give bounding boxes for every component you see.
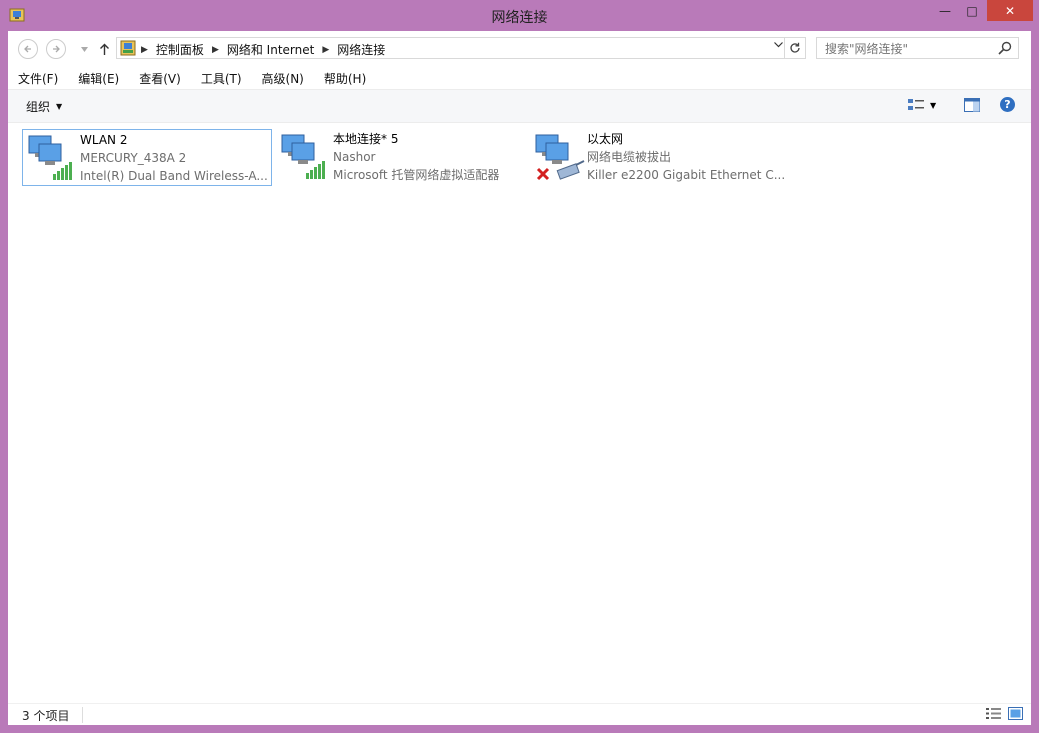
change-view-button[interactable]: ▼ <box>908 98 936 112</box>
item-count: 3 个项目 <box>22 709 70 723</box>
organize-button[interactable]: 组织 ▼ <box>26 98 62 115</box>
details-view-icon[interactable] <box>986 707 1001 720</box>
breadcrumb-separator-icon[interactable]: ▶ <box>141 45 148 55</box>
arrow-right-icon <box>53 45 60 53</box>
status-divider <box>82 707 83 723</box>
address-bar-area: ▶ 控制面板 ▶ 网络和 Internet ▶ 网络连接 <box>8 31 1031 65</box>
window-title: 网络连接 <box>491 10 548 26</box>
window: 网络连接 — □ ✕ ▶ 控制面板 ▶ 网络和 Internet ▶ 网络连接 … <box>0 0 1039 733</box>
connection-status: MERCURY_438A 2 <box>80 151 187 165</box>
close-button[interactable]: ✕ <box>987 0 1033 21</box>
arrow-left-icon <box>24 45 31 53</box>
preview-pane-icon <box>964 98 980 112</box>
menu-help[interactable]: 帮助(H) <box>314 70 376 87</box>
chevron-down-icon: ▼ <box>930 100 937 110</box>
list-item[interactable]: 以太网 网络电缆被拔出 Killer e2200 Gigabit Etherne… <box>530 129 785 186</box>
breadcrumb-separator-icon[interactable]: ▶ <box>212 45 219 55</box>
connection-device: Killer e2200 Gigabit Ethernet C... <box>587 168 786 182</box>
arrow-up-icon <box>99 43 109 55</box>
wifi-signal-icon <box>281 134 325 179</box>
breadcrumb-control-panel[interactable]: 控制面板 <box>156 41 204 58</box>
list-item[interactable]: WLAN 2 MERCURY_438A 2 Intel(R) Dual Band… <box>22 129 272 186</box>
refresh-icon <box>790 42 800 53</box>
connection-device: Microsoft 托管网络虚拟适配器 <box>333 168 500 182</box>
connection-name: WLAN 2 <box>80 133 128 147</box>
organize-label: 组织 <box>26 100 51 114</box>
connection-name: 本地连接* 5 <box>333 132 399 146</box>
menu-edit[interactable]: 编辑(E) <box>68 70 129 87</box>
connection-status: Nashor <box>333 150 376 164</box>
address-dropdown-icon[interactable] <box>774 41 783 51</box>
preview-pane-button[interactable] <box>964 98 980 115</box>
search-icon[interactable] <box>998 41 1012 55</box>
up-button[interactable] <box>94 39 114 59</box>
menu-bar: 文件(F) 编辑(E) 查看(V) 工具(T) 高级(N) 帮助(H) <box>8 67 1031 90</box>
breadcrumb-network-internet[interactable]: 网络和 Internet <box>227 41 314 58</box>
breadcrumb-separator-icon[interactable]: ▶ <box>322 45 329 55</box>
explorer-client: ▶ 控制面板 ▶ 网络和 Internet ▶ 网络连接 搜索"网络连接" 文件… <box>8 31 1031 725</box>
ethernet-disconnected-icon <box>535 134 585 181</box>
list-item[interactable]: 本地连接* 5 Nashor Microsoft 托管网络虚拟适配器 <box>276 129 526 186</box>
command-bar: 组织 ▼ ▼ ? <box>8 90 1031 123</box>
search-box[interactable] <box>816 37 1019 60</box>
connection-status: 网络电缆被拔出 <box>587 150 672 164</box>
titlebar[interactable]: 网络连接 — □ ✕ <box>0 0 1039 31</box>
menu-advanced[interactable]: 高级(N) <box>252 70 314 87</box>
menu-tools[interactable]: 工具(T) <box>191 70 252 87</box>
recent-locations-button[interactable] <box>74 39 94 59</box>
large-icons-view-icon[interactable] <box>1008 707 1023 720</box>
forward-button[interactable] <box>46 39 66 59</box>
menu-file[interactable]: 文件(F) <box>8 70 68 87</box>
address-box[interactable]: ▶ 控制面板 ▶ 网络和 Internet ▶ 网络连接 <box>116 37 806 59</box>
connection-name: 以太网 <box>587 132 624 146</box>
chevron-down-icon <box>80 46 88 52</box>
status-bar: 3 个项目 <box>8 703 1031 726</box>
connection-device: Intel(R) Dual Band Wireless-A... <box>80 169 268 183</box>
maximize-button[interactable]: □ <box>959 0 985 21</box>
breadcrumb-network-connections[interactable]: 网络连接 <box>337 41 385 58</box>
help-button[interactable]: ? <box>1000 97 1015 112</box>
view-options-icon <box>908 99 924 110</box>
connections-list: WLAN 2 MERCURY_438A 2 Intel(R) Dual Band… <box>8 123 1031 703</box>
back-button[interactable] <box>18 39 38 59</box>
breadcrumb: ▶ 控制面板 ▶ 网络和 Internet ▶ 网络连接 <box>141 41 393 58</box>
control-panel-icon <box>120 40 136 56</box>
minimize-button[interactable]: — <box>932 0 958 21</box>
chevron-down-icon: ▼ <box>56 102 63 111</box>
refresh-button[interactable] <box>784 38 805 58</box>
menu-view[interactable]: 查看(V) <box>129 70 191 87</box>
wifi-signal-icon <box>28 135 72 180</box>
search-input[interactable] <box>817 38 1002 60</box>
